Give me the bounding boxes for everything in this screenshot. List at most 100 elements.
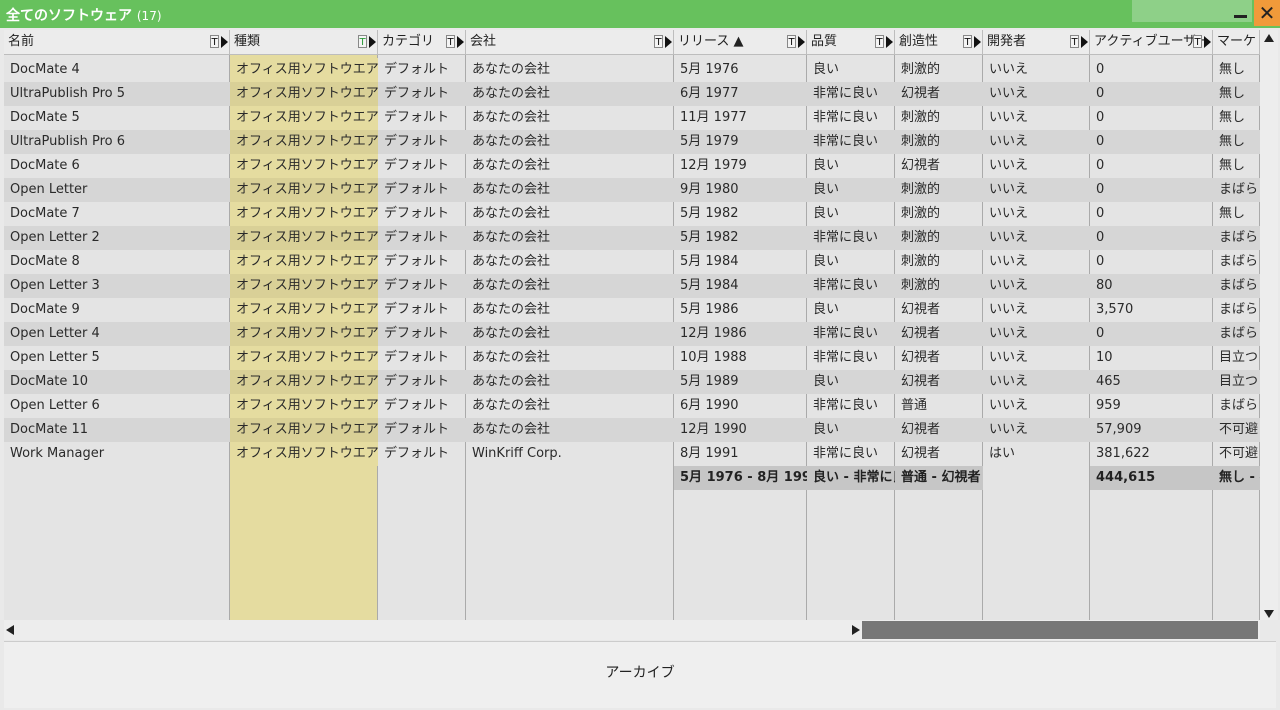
column-menu-arrow-icon[interactable]: [798, 36, 805, 48]
cell-category: デフォルト: [384, 326, 450, 341]
column-header-company[interactable]: 会社: [466, 30, 674, 54]
cell-active-users: 0: [1096, 134, 1105, 149]
table-row[interactable]: DocMate 5 オフィス用ソフトウエア デフォルト あなたの会社 11月 1977 非…: [4, 106, 1260, 130]
column-menu-arrow-icon[interactable]: [665, 36, 672, 48]
title-bar[interactable]: 全てのソフトウェア (17) ✕: [0, 0, 1280, 28]
cell-name: DocMate 4: [10, 62, 80, 77]
cell-creativity: 幻視者: [901, 326, 941, 341]
cell-company: あなたの会社: [472, 182, 551, 197]
cell-active-users: 10: [1096, 350, 1113, 365]
minimize-button[interactable]: [1230, 4, 1250, 24]
cell-market: 無し: [1219, 158, 1246, 173]
summary-release: 5月 1976 - 8月 1991: [674, 466, 807, 490]
cell-release: 6月 1977: [680, 86, 739, 101]
cell-developer: いいえ: [989, 374, 1029, 389]
filter-icon[interactable]: T: [875, 35, 884, 48]
summary-market: 無し - 不可避: [1213, 466, 1260, 490]
column-header-label: リリース ▲: [678, 34, 744, 49]
filter-icon[interactable]: T: [1070, 35, 1079, 48]
cell-type: オフィス用ソフトウエア: [230, 226, 378, 250]
column-menu-arrow-icon[interactable]: [369, 36, 376, 48]
cell-type: オフィス用ソフトウエア: [230, 298, 378, 322]
cell-name: DocMate 7: [10, 206, 80, 221]
cell-category: デフォルト: [384, 302, 450, 317]
filter-icon[interactable]: T: [210, 35, 219, 48]
close-button[interactable]: ✕: [1254, 0, 1280, 26]
column-header-market[interactable]: マーケ: [1213, 30, 1260, 54]
filter-icon[interactable]: T: [446, 35, 455, 48]
cell-type: オフィス用ソフトウエア: [230, 322, 378, 346]
cell-creativity: 刺激的: [901, 182, 941, 197]
filter-icon[interactable]: T: [787, 35, 796, 48]
cell-company: あなたの会社: [472, 62, 551, 77]
table-row[interactable]: DocMate 7 オフィス用ソフトウエア デフォルト あなたの会社 5月 1982 良い…: [4, 202, 1260, 226]
cell-category: デフォルト: [384, 110, 450, 125]
column-menu-arrow-icon[interactable]: [457, 36, 464, 48]
horizontal-scroll-thumb[interactable]: [862, 621, 1258, 639]
filter-icon[interactable]: T: [1193, 35, 1202, 48]
cell-active-users: 959: [1096, 398, 1121, 413]
table-row[interactable]: DocMate 9 オフィス用ソフトウエア デフォルト あなたの会社 5月 1986 良い…: [4, 298, 1260, 322]
cell-market: まばら: [1219, 254, 1259, 269]
table-row[interactable]: UltraPublish Pro 6 オフィス用ソフトウエア デフォルト あなたの会社…: [4, 130, 1260, 154]
bottom-bar: アーカイブ: [4, 641, 1276, 708]
cell-market: 目立つ: [1219, 374, 1259, 389]
table-row[interactable]: Open Letter 5 オフィス用ソフトウエア デフォルト あなたの会社 10月 1…: [4, 346, 1260, 370]
table-row[interactable]: DocMate 4 オフィス用ソフトウエア デフォルト あなたの会社 5月 1976 良い…: [4, 58, 1260, 82]
cell-market: まばら: [1219, 326, 1259, 341]
cell-release: 5月 1982: [680, 230, 739, 245]
cell-market: 無し: [1219, 86, 1246, 101]
column-menu-arrow-icon[interactable]: [886, 36, 893, 48]
scroll-right-icon[interactable]: [852, 625, 860, 635]
column-header-label: 創造性: [899, 34, 939, 49]
cell-name: Open Letter 6: [10, 398, 100, 413]
cell-type: オフィス用ソフトウエア: [230, 82, 378, 106]
scroll-up-icon[interactable]: [1264, 34, 1274, 42]
cell-market: 目立つ: [1219, 350, 1259, 365]
cell-release: 5月 1984: [680, 278, 739, 293]
table-row[interactable]: DocMate 10 オフィス用ソフトウエア デフォルト あなたの会社 5月 1989 良…: [4, 370, 1260, 394]
table-row[interactable]: Work Manager オフィス用ソフトウエア デフォルト WinKriff Cor…: [4, 442, 1260, 466]
scroll-down-icon[interactable]: [1264, 610, 1274, 618]
cell-company: あなたの会社: [472, 254, 551, 269]
column-header-name[interactable]: 名前: [4, 30, 230, 54]
scroll-left-icon[interactable]: [6, 625, 14, 635]
archive-button[interactable]: アーカイブ: [4, 642, 1276, 708]
cell-creativity: 幻視者: [901, 446, 941, 461]
filter-icon[interactable]: T: [358, 35, 367, 48]
cell-release: 11月 1977: [680, 110, 747, 125]
cell-creativity: 幻視者: [901, 86, 941, 101]
table-row[interactable]: DocMate 8 オフィス用ソフトウエア デフォルト あなたの会社 5月 1984 良い…: [4, 250, 1260, 274]
table-row[interactable]: UltraPublish Pro 5 オフィス用ソフトウエア デフォルト あなたの会社…: [4, 82, 1260, 106]
column-menu-arrow-icon[interactable]: [1081, 36, 1088, 48]
column-menu-arrow-icon[interactable]: [974, 36, 981, 48]
table-row[interactable]: DocMate 11 オフィス用ソフトウエア デフォルト あなたの会社 12月 1990…: [4, 418, 1260, 442]
cell-type: オフィス用ソフトウエア: [230, 346, 378, 370]
cell-developer: いいえ: [989, 134, 1029, 149]
cell-company: あなたの会社: [472, 278, 551, 293]
table-row[interactable]: Open Letter オフィス用ソフトウエア デフォルト あなたの会社 9月 1980…: [4, 178, 1260, 202]
cell-name: Open Letter: [10, 182, 88, 197]
cell-quality: 非常に良い: [813, 86, 879, 101]
cell-name: UltraPublish Pro 6: [10, 134, 126, 149]
table-row[interactable]: Open Letter 4 オフィス用ソフトウエア デフォルト あなたの会社 12月 1…: [4, 322, 1260, 346]
vertical-scrollbar[interactable]: [1260, 30, 1278, 620]
cell-active-users: 0: [1096, 86, 1105, 101]
table-row[interactable]: Open Letter 2 オフィス用ソフトウエア デフォルト あなたの会社 5月 19…: [4, 226, 1260, 250]
filter-icon[interactable]: T: [963, 35, 972, 48]
filter-icon[interactable]: T: [654, 35, 663, 48]
column-header-type[interactable]: 種類: [230, 30, 378, 54]
column-menu-arrow-icon[interactable]: [1204, 36, 1211, 48]
column-menu-arrow-icon[interactable]: [221, 36, 228, 48]
cell-quality: 非常に良い: [813, 326, 879, 341]
table-row[interactable]: Open Letter 3 オフィス用ソフトウエア デフォルト あなたの会社 5月 19…: [4, 274, 1260, 298]
cell-name: Work Manager: [10, 446, 105, 461]
cell-quality: 良い: [813, 254, 840, 269]
cell-creativity: 幻視者: [901, 422, 941, 437]
horizontal-scrollbar[interactable]: [4, 620, 1260, 640]
cell-company: あなたの会社: [472, 206, 551, 221]
cell-category: デフォルト: [384, 398, 450, 413]
table-row[interactable]: DocMate 6 オフィス用ソフトウエア デフォルト あなたの会社 12月 1979 良…: [4, 154, 1260, 178]
cell-market: 無し: [1219, 110, 1246, 125]
table-row[interactable]: Open Letter 6 オフィス用ソフトウエア デフォルト あなたの会社 6月 19…: [4, 394, 1260, 418]
